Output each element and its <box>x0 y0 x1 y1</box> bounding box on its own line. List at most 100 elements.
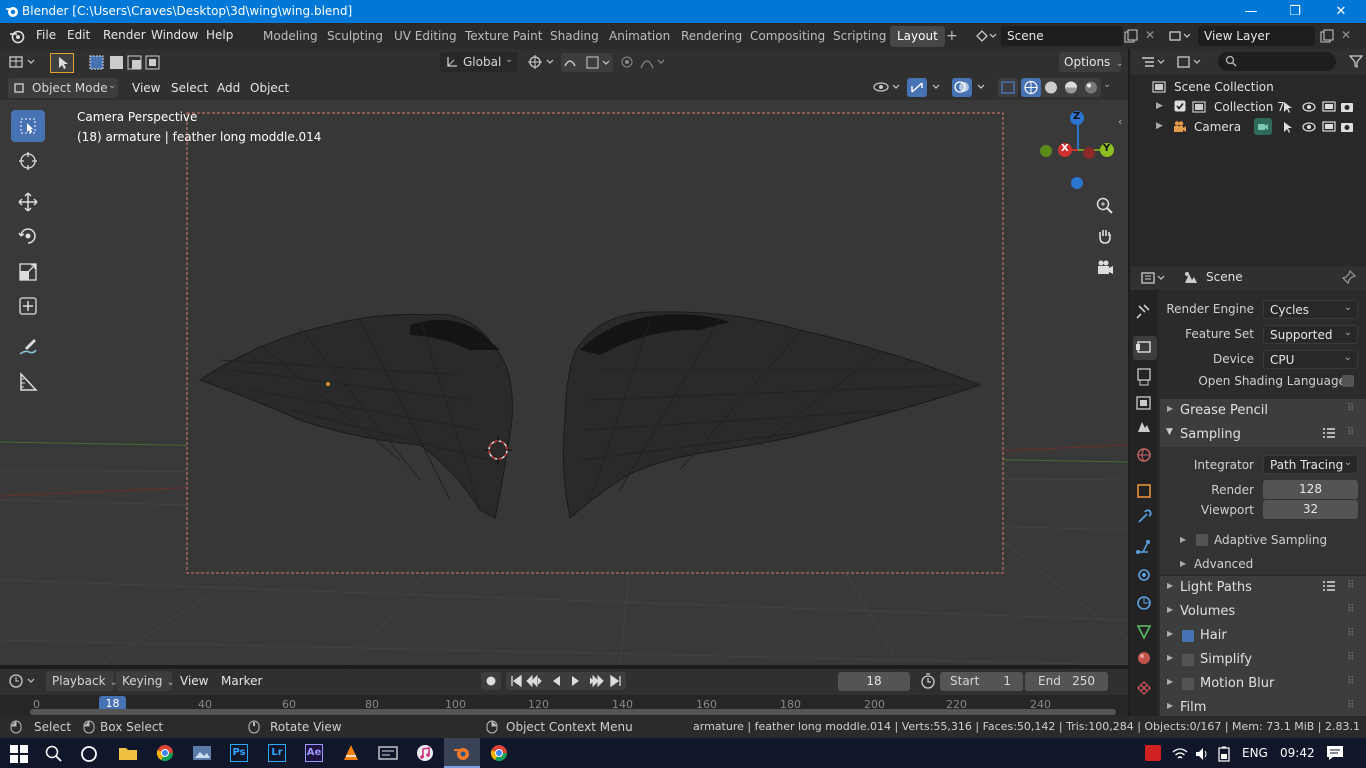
object-mode-dropdown[interactable]: Object Mode ⌄ <box>8 78 118 98</box>
tab-uv-editing[interactable]: UV Editing <box>387 26 464 47</box>
action-center-icon[interactable] <box>1326 745 1344 761</box>
transform-tool-icon[interactable] <box>11 290 45 322</box>
pivot-point-icon[interactable] <box>526 54 556 71</box>
editor-type-icon[interactable] <box>8 54 40 71</box>
minimize-button[interactable]: — <box>1228 0 1274 23</box>
outliner-search-input[interactable] <box>1218 52 1336 71</box>
outliner-item-collection-7[interactable]: Collection 7 <box>1214 100 1285 114</box>
menu-edit[interactable]: Edit <box>67 28 90 42</box>
view-layer-field[interactable]: View Layer <box>1198 26 1315 46</box>
collection-7-restriction-icons[interactable] <box>1280 100 1364 114</box>
3d-viewport[interactable]: Camera Perspective (18) armature | feath… <box>0 100 1128 665</box>
after-effects-app-icon[interactable]: Ae <box>305 744 323 762</box>
scene-selector-icon[interactable] <box>975 29 997 43</box>
overlays-icon[interactable] <box>952 78 992 97</box>
navigation-gizmo[interactable]: Z X Y <box>1036 108 1120 194</box>
drag-handle-icon[interactable]: ⠿ <box>1347 628 1354 639</box>
simplify-checkbox[interactable] <box>1182 654 1194 666</box>
end-frame-field[interactable]: End 250 <box>1025 672 1108 691</box>
expand-arrow-icon[interactable]: ▶ <box>1156 121 1163 131</box>
drag-handle-icon[interactable]: ⠿ <box>1347 700 1354 711</box>
blender-menu-icon[interactable] <box>9 28 25 44</box>
sidebar-toggle-icon[interactable]: ‹ <box>1118 115 1122 128</box>
scene-name-field[interactable]: Scene <box>1001 26 1123 46</box>
drag-handle-icon[interactable]: ⠿ <box>1347 403 1354 414</box>
scene-collection-label[interactable]: Scene Collection <box>1174 80 1274 94</box>
snapping-icon[interactable] <box>561 53 613 72</box>
tab-scripting[interactable]: Scripting <box>826 26 893 47</box>
cursor-tool-icon[interactable] <box>11 145 45 177</box>
expand-arrow-icon[interactable]: ▶ <box>1156 101 1163 111</box>
timeline-menu-marker[interactable]: Marker <box>221 674 262 688</box>
pin-icon[interactable] <box>1342 270 1356 284</box>
drag-handle-icon[interactable]: ⠿ <box>1347 604 1354 615</box>
playback-controls[interactable] <box>506 672 626 690</box>
itunes-icon[interactable] <box>416 744 434 762</box>
feature-set-dropdown[interactable]: Supported ⌄ <box>1263 325 1358 344</box>
vlc-icon[interactable] <box>342 744 360 762</box>
outliner-item-camera[interactable]: Camera <box>1194 120 1241 134</box>
advanced-row[interactable]: ▶ Advanced <box>1160 554 1366 578</box>
osl-checkbox[interactable] <box>1342 375 1354 387</box>
chrome-icon[interactable] <box>156 744 174 762</box>
zoom-icon[interactable] <box>1095 196 1115 216</box>
rotate-tool-icon[interactable] <box>11 220 45 252</box>
pan-hand-icon[interactable] <box>1095 226 1115 246</box>
measure-tool-icon[interactable] <box>11 366 45 398</box>
adaptive-sampling-row[interactable]: ▶ Adaptive Sampling <box>1160 530 1366 554</box>
hair-panel-header[interactable]: ▶ Hair ⠿ <box>1160 624 1366 648</box>
photos-app-icon[interactable] <box>192 744 212 762</box>
maximize-button[interactable]: ❐ <box>1272 0 1318 23</box>
media-encoder-icon[interactable] <box>378 744 398 762</box>
menu-file[interactable]: File <box>36 28 56 42</box>
cortana-icon[interactable] <box>80 745 98 763</box>
properties-editor-type-icon[interactable] <box>1140 270 1170 287</box>
selection-mode-icons[interactable] <box>88 54 168 71</box>
drag-handle-icon[interactable]: ⠿ <box>1347 580 1354 591</box>
simplify-panel-header[interactable]: ▶ Simplify ⠿ <box>1160 648 1366 672</box>
tab-modeling[interactable]: Modeling <box>256 26 325 47</box>
acrobat-tray-icon[interactable] <box>1145 745 1161 761</box>
battery-icon[interactable] <box>1216 746 1232 762</box>
transform-orientation-dropdown[interactable]: Global ⌄ <box>440 52 518 72</box>
visibility-icon[interactable] <box>872 79 904 96</box>
add-workspace-icon[interactable]: + <box>946 28 958 44</box>
camera-restriction-icons[interactable] <box>1280 120 1364 134</box>
tab-layout[interactable]: Layout <box>890 26 945 47</box>
viewport-menu-object[interactable]: Object <box>250 81 289 95</box>
clock[interactable]: 09:42 <box>1280 746 1315 760</box>
presets-icon[interactable] <box>1322 579 1336 593</box>
current-frame-field[interactable]: 18 <box>838 672 910 691</box>
select-tool-active-icon[interactable] <box>50 53 74 73</box>
tab-compositing[interactable]: Compositing <box>743 26 832 47</box>
render-engine-dropdown[interactable]: Cycles ⌄ <box>1263 300 1358 319</box>
grease-pencil-panel-header[interactable]: ▶ Grease Pencil ⠿ <box>1160 399 1366 423</box>
drag-handle-icon[interactable]: ⠿ <box>1347 652 1354 663</box>
chrome-alt-icon[interactable] <box>490 744 508 762</box>
delete-view-layer-icon[interactable]: ✕ <box>1341 28 1351 42</box>
render-samples-field[interactable]: 128 <box>1263 480 1358 499</box>
motion-blur-checkbox[interactable] <box>1182 678 1194 690</box>
scale-tool-icon[interactable] <box>11 256 45 288</box>
shading-options-chevron-icon[interactable]: ⌄ <box>1103 79 1111 90</box>
volume-icon[interactable] <box>1194 746 1210 762</box>
copy-scene-icon[interactable] <box>1124 29 1138 43</box>
tab-shading[interactable]: Shading <box>543 26 606 47</box>
tab-animation[interactable]: Animation <box>602 26 677 47</box>
windows-start-icon[interactable] <box>10 745 28 763</box>
select-box-tool-icon[interactable] <box>11 110 45 142</box>
menu-help[interactable]: Help <box>206 28 233 42</box>
camera-data-icon[interactable] <box>1254 118 1272 135</box>
timeline-editor-type-icon[interactable] <box>8 673 40 690</box>
proportional-editing-icon[interactable] <box>619 54 669 71</box>
film-panel-header[interactable]: ▶ Film ⠿ <box>1160 696 1366 716</box>
keying-dropdown[interactable]: Keying ⌄ <box>116 671 175 691</box>
sampling-panel-header[interactable]: ▼ Sampling ⠿ <box>1160 423 1366 447</box>
adaptive-sampling-checkbox[interactable] <box>1196 534 1208 546</box>
motion-blur-panel-header[interactable]: ▶ Motion Blur ⠿ <box>1160 672 1366 696</box>
volumes-panel-header[interactable]: ▶ Volumes ⠿ <box>1160 600 1366 624</box>
annotate-tool-icon[interactable] <box>11 331 45 363</box>
viewport-menu-view[interactable]: View <box>132 81 160 95</box>
integrator-dropdown[interactable]: Path Tracing ⌄ <box>1263 455 1358 474</box>
tab-rendering[interactable]: Rendering <box>674 26 749 47</box>
